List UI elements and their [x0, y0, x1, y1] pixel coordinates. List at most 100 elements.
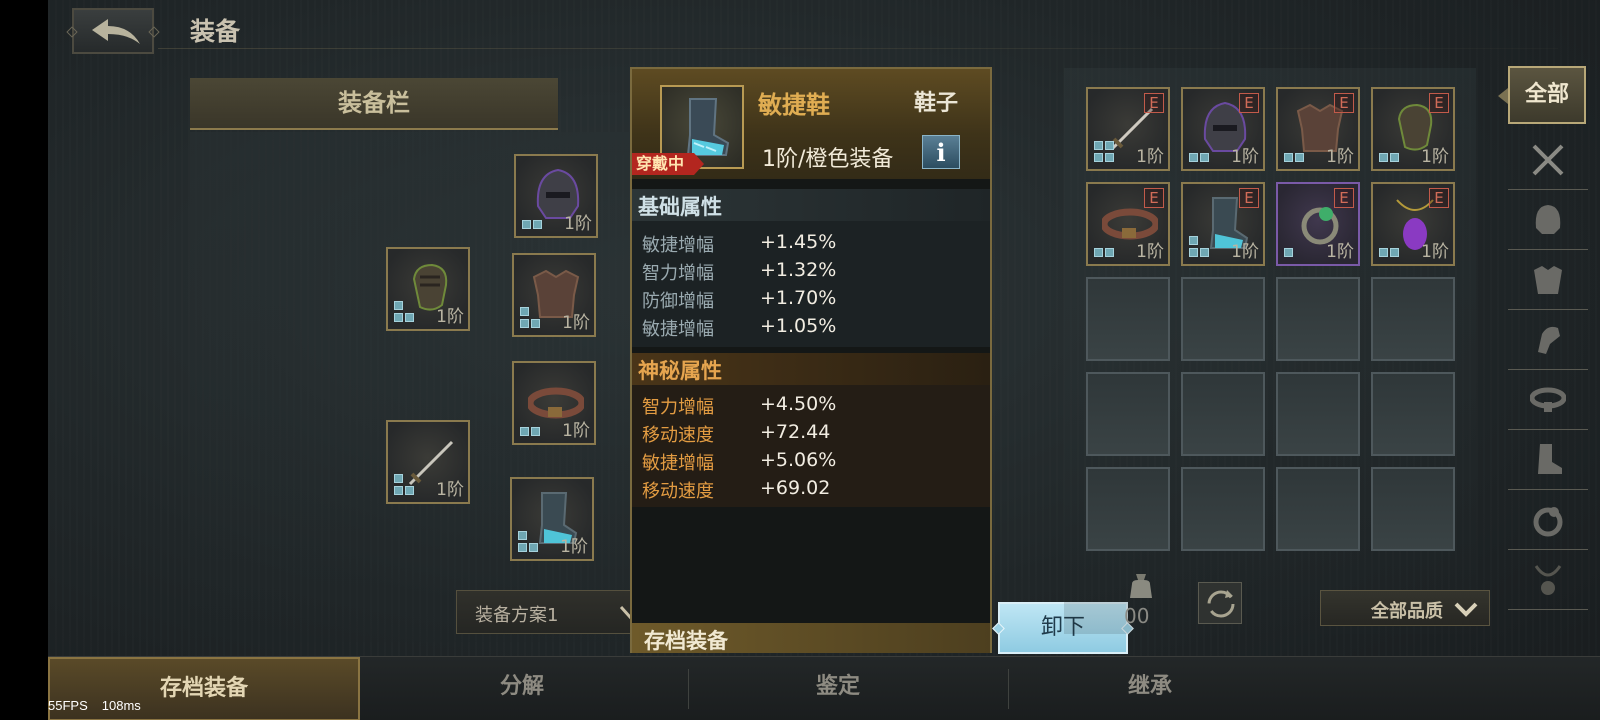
tab-weapon[interactable] — [1508, 130, 1588, 190]
scheme-label: 装备方案1 — [475, 605, 559, 626]
empty-inventory-slot[interactable] — [1086, 467, 1170, 551]
equipment-bar-header: 装备栏 — [190, 78, 558, 130]
inventory-slot[interactable]: E 1阶 — [1276, 182, 1360, 266]
equipable-badge: E — [1429, 93, 1449, 113]
mystic-attributes-title: 神秘属性 — [638, 359, 722, 383]
tab-all[interactable]: 全部 — [1498, 66, 1586, 124]
socket-indicator — [520, 415, 542, 437]
attribute-value: +1.32% — [760, 259, 837, 281]
socket-indicator — [1379, 236, 1401, 258]
attribute-name: 智力增幅 — [642, 397, 714, 418]
attribute-value: +1.45% — [760, 231, 837, 253]
tab-belt[interactable] — [1508, 370, 1588, 430]
empty-inventory-slot[interactable] — [1276, 277, 1360, 361]
empty-inventory-slot[interactable] — [1276, 467, 1360, 551]
inventory-slot[interactable]: E 1阶 — [1086, 182, 1170, 266]
equipment-scheme-dropdown[interactable]: 装备方案1 — [456, 590, 650, 634]
attribute-row: 移动速度 +69.02 — [642, 477, 962, 503]
tab-boots[interactable] — [1508, 430, 1588, 490]
inventory-slot[interactable]: E 1阶 — [1276, 87, 1360, 171]
tab-disassemble[interactable]: 分解 — [366, 657, 678, 720]
socket-indicator — [522, 208, 544, 230]
tier-label: 1阶 — [436, 480, 464, 500]
attribute-row: 智力增幅 +1.32% — [642, 259, 962, 285]
tab-ring[interactable] — [1508, 490, 1588, 550]
tier-label: 1阶 — [560, 537, 588, 557]
tab-inherit[interactable]: 继承 — [994, 657, 1306, 720]
quality-filter-dropdown[interactable]: 全部品质 — [1320, 590, 1490, 626]
attribute-name: 防御增幅 — [642, 291, 714, 312]
bag-capacity: 00 — [1124, 604, 1150, 628]
equipable-badge: E — [1334, 93, 1354, 113]
refresh-icon — [1207, 590, 1235, 618]
inventory-slot[interactable]: E 1阶 — [1086, 87, 1170, 171]
tab-gloves[interactable] — [1508, 310, 1588, 370]
empty-inventory-slot[interactable] — [1371, 277, 1455, 361]
boots-icon — [1538, 444, 1562, 474]
attribute-name: 智力增幅 — [642, 263, 714, 284]
attribute-row: 智力增幅 +4.50% — [642, 393, 962, 419]
necklace-icon — [1534, 565, 1562, 595]
attribute-name: 移动速度 — [642, 481, 714, 502]
header-divider — [158, 48, 1558, 49]
attribute-value: +1.70% — [760, 287, 837, 309]
info-icon: i — [936, 138, 946, 167]
empty-inventory-slot[interactable] — [1181, 467, 1265, 551]
base-attributes-header: 基础属性 — [632, 189, 990, 221]
fps-counter: 55FPS — [48, 698, 88, 713]
item-type: 鞋子 — [914, 91, 959, 116]
empty-inventory-slot[interactable] — [1086, 277, 1170, 361]
equipped-slot-boots[interactable]: 1阶 — [510, 477, 594, 561]
inventory-slot[interactable]: E 1阶 — [1371, 87, 1455, 171]
tab-armor[interactable] — [1508, 250, 1588, 310]
attribute-value: +4.50% — [760, 393, 837, 415]
tooltip-footer-label: 存档装备 — [644, 629, 728, 653]
inventory-slot[interactable]: E 1阶 — [1181, 87, 1265, 171]
tab-helmet[interactable] — [1508, 190, 1588, 250]
equipped-slot-chest[interactable]: 1阶 — [512, 253, 596, 337]
tooltip-header: 穿戴中 敏捷鞋 鞋子 1阶/橙色装备 i — [632, 69, 990, 179]
tab-label: 鉴定 — [815, 674, 860, 699]
empty-inventory-slot[interactable] — [1276, 372, 1360, 456]
equipped-slot-helmet[interactable]: 1阶 — [514, 154, 598, 238]
tier-label: 1阶 — [1136, 147, 1164, 167]
empty-inventory-slot[interactable] — [1371, 467, 1455, 551]
equipped-slot-belt[interactable]: 1阶 — [512, 361, 596, 445]
equipped-slot-weapon[interactable]: 1阶 — [386, 420, 470, 504]
inventory-slot[interactable]: E 1阶 — [1371, 182, 1455, 266]
helmet-icon — [1535, 205, 1561, 234]
empty-inventory-slot[interactable] — [1181, 277, 1265, 361]
belt-icon — [1530, 387, 1566, 412]
empty-inventory-slot[interactable] — [1371, 372, 1455, 456]
empty-inventory-slot[interactable] — [1086, 372, 1170, 456]
equipped-slot-gloves[interactable]: 1阶 — [386, 247, 470, 331]
empty-inventory-slot[interactable] — [1181, 372, 1265, 456]
sort-button[interactable] — [1198, 582, 1242, 624]
equipable-badge: E — [1144, 93, 1164, 113]
bag-icon — [1130, 574, 1152, 598]
tier-label: 1阶 — [1231, 242, 1259, 262]
chevron-down-icon — [1454, 602, 1478, 617]
attribute-value: +1.05% — [760, 315, 837, 337]
equipable-badge: E — [1429, 188, 1449, 208]
item-detail-tooltip: 穿戴中 敏捷鞋 鞋子 1阶/橙色装备 i 基础属性 敏捷增幅 +1.45% 智力增… — [630, 67, 992, 653]
equipment-bar-title: 装备栏 — [338, 89, 410, 117]
attribute-row: 敏捷增幅 +1.45% — [642, 231, 962, 257]
inventory-slot[interactable]: E 1阶 — [1181, 182, 1265, 266]
back-button[interactable] — [66, 8, 160, 54]
equipment-screen: 装备 装备栏 1阶 1阶 1阶 1阶 1阶 1阶 装备方案1 穿戴中 敏捷鞋 鞋… — [48, 0, 1600, 720]
socket-indicator — [394, 474, 416, 496]
tab-identify[interactable]: 鉴定 — [682, 657, 994, 720]
info-button[interactable]: i — [922, 135, 960, 169]
attribute-value: +5.06% — [760, 449, 837, 471]
tab-necklace[interactable] — [1508, 550, 1588, 610]
base-attributes-list: 敏捷增幅 +1.45% 智力增幅 +1.32% 防御增幅 +1.70% 敏捷增幅 +1.… — [632, 221, 990, 347]
tier-label: 1阶 — [1326, 147, 1354, 167]
socket-indicator — [1379, 141, 1401, 163]
quality-filter-label: 全部品质 — [1371, 601, 1443, 622]
mystic-attributes-header: 神秘属性 — [632, 353, 990, 385]
item-quality: 1阶/橙色装备 — [762, 147, 894, 172]
attribute-name: 敏捷增幅 — [642, 235, 714, 256]
back-arrow-icon — [92, 19, 140, 44]
crossed-swords-icon — [1532, 144, 1564, 176]
